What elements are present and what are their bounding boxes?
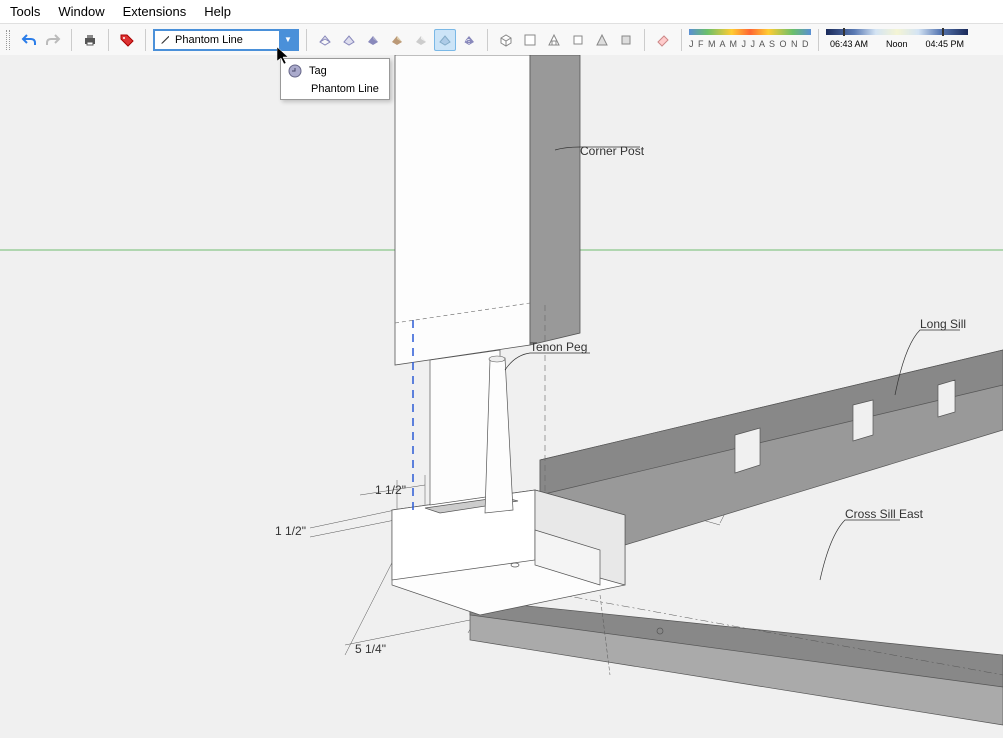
dropdown-header: Tag [283, 61, 387, 81]
style-shaded-button[interactable] [362, 29, 384, 51]
style-shaded-texture-button[interactable] [386, 29, 408, 51]
label-corner-post: Corner Post [580, 144, 645, 158]
menu-window[interactable]: Window [58, 4, 104, 19]
front-view-button[interactable] [543, 29, 565, 51]
separator [306, 29, 307, 51]
separator [487, 29, 488, 51]
separator [71, 29, 72, 51]
main-toolbar: Phantom Line ▼ J F M A M J J A S O N D [0, 24, 1003, 56]
time-mid: Noon [886, 39, 908, 49]
menu-tools[interactable]: Tools [10, 4, 40, 19]
separator [681, 29, 682, 51]
cross-sill-geometry [470, 580, 1003, 725]
time-end: 04:45 PM [925, 39, 964, 49]
dropdown-option-phantom[interactable]: Phantom Line [283, 81, 387, 97]
time-slider[interactable]: 06:43 AM Noon 04:45 PM [826, 29, 968, 51]
right-view-button[interactable] [567, 29, 589, 51]
style-wireframe-button[interactable] [314, 29, 336, 51]
style-hidden-button[interactable] [338, 29, 360, 51]
undo-button[interactable] [18, 29, 40, 51]
left-view-button[interactable] [615, 29, 637, 51]
tag-selector-dropdown[interactable]: Phantom Line ▼ [153, 29, 299, 51]
redo-button[interactable] [42, 29, 64, 51]
tag-manager-button[interactable] [116, 29, 138, 51]
svg-text:5 1/4": 5 1/4" [355, 642, 386, 656]
separator [108, 29, 109, 51]
style-group [310, 29, 484, 51]
menu-extensions[interactable]: Extensions [123, 4, 187, 19]
svg-text:1 1/2": 1 1/2" [375, 483, 406, 497]
svg-text:1 1/2": 1 1/2" [275, 524, 306, 538]
print-button[interactable] [79, 29, 101, 51]
month-slider[interactable]: J F M A M J J A S O N D [689, 29, 811, 51]
tag-selector-value: Phantom Line [175, 34, 279, 46]
label-tenon-peg: Tenon Peg [530, 340, 587, 354]
model-viewport[interactable]: 1 1/2" 1 1/2" 5 1/4" 5 1/4" [0, 55, 1003, 738]
menu-bar: Tools Window Extensions Help [0, 0, 1003, 24]
separator [818, 29, 819, 51]
dimension-2: 1 1/2" [360, 475, 425, 511]
month-labels: J F M A M J J A S O N D [689, 39, 810, 49]
toolbar-handle[interactable] [6, 30, 10, 50]
back-view-button[interactable] [591, 29, 613, 51]
dimension-1: 1 1/2" [275, 510, 395, 538]
tag-icon [287, 63, 303, 79]
tenon-peg-geometry [485, 356, 513, 513]
tag-dropdown-panel: Tag Phantom Line [280, 58, 390, 100]
time-start: 06:43 AM [830, 39, 868, 49]
style-xray-button[interactable] [434, 29, 456, 51]
menu-help[interactable]: Help [204, 4, 231, 19]
style-mono-button[interactable] [410, 29, 432, 51]
eraser-button[interactable] [652, 29, 674, 51]
iso-view-button[interactable] [495, 29, 517, 51]
separator [145, 29, 146, 51]
chevron-down-icon: ▼ [279, 31, 297, 49]
undo-group [14, 29, 68, 51]
view-group [491, 29, 641, 51]
separator [644, 29, 645, 51]
label-long-sill: Long Sill [920, 317, 966, 331]
label-cross-sill: Cross Sill East [845, 507, 924, 521]
pencil-icon [161, 36, 169, 44]
style-back-edges-button[interactable] [458, 29, 480, 51]
top-view-button[interactable] [519, 29, 541, 51]
